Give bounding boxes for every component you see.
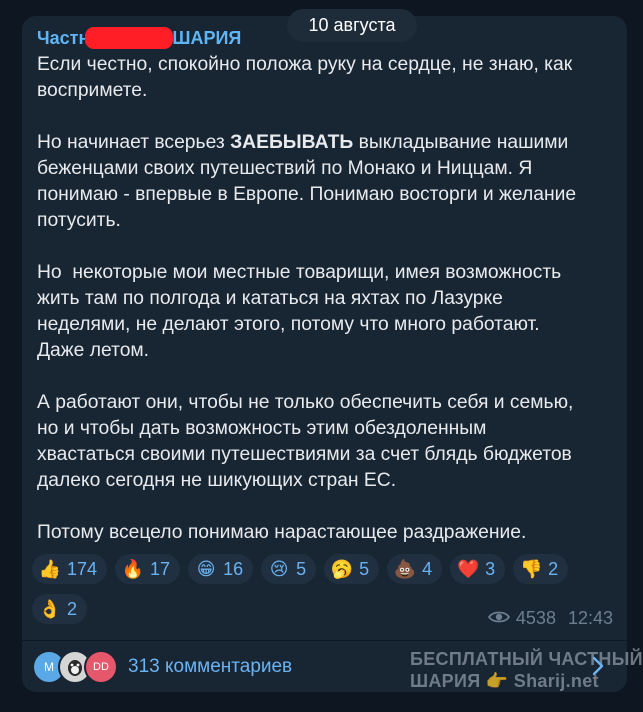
channel-name[interactable]: Частн ШАРИЯ xyxy=(37,27,241,49)
reaction-fire[interactable]: 🔥 17 xyxy=(115,554,181,584)
reaction-count: 4 xyxy=(422,558,433,579)
reaction-count: 5 xyxy=(359,558,370,579)
yawning-face-icon: 🥱 xyxy=(330,558,354,579)
message-time: 12:43 xyxy=(567,608,613,628)
channel-name-left: Частн xyxy=(37,27,90,48)
reaction-count: 174 xyxy=(67,558,98,579)
fire-icon: 🔥 xyxy=(121,558,145,579)
ok-hand-icon: 👌 xyxy=(38,598,62,619)
chevron-right-icon[interactable] xyxy=(592,656,604,681)
eye-icon xyxy=(487,608,510,629)
poop-icon: 💩 xyxy=(393,558,417,579)
reaction-count: 16 xyxy=(223,558,244,579)
comments-divider xyxy=(22,640,627,641)
red-heart-icon: ❤️ xyxy=(456,558,480,579)
channel-name-right: ШАРИЯ xyxy=(172,27,242,48)
thumbs-down-icon: 👎 xyxy=(519,558,543,579)
reaction-grinning-face[interactable]: 😁 16 xyxy=(188,554,254,584)
reaction-crying-face[interactable]: 😢 5 xyxy=(261,554,317,584)
reaction-count: 17 xyxy=(150,558,171,579)
reaction-count: 5 xyxy=(296,558,307,579)
reaction-thumbs-down[interactable]: 👎 2 xyxy=(513,554,569,584)
watermark-line-1: БЕСПЛАТНЫЙ ЧАСТНЫЙ xyxy=(410,649,643,669)
paragraph-3: Но некоторые мои местные товарищи, имея … xyxy=(37,262,562,361)
reaction-count: 3 xyxy=(485,558,496,579)
paragraph-4: А работают они, чтобы не только обеспечи… xyxy=(37,392,574,491)
watermark-line-2: ШАРИЯ 👉 Sharij.net xyxy=(410,671,599,691)
paragraph-2: Но начинает всерьез ЗАЕБЫВАТЬ выкладыван… xyxy=(37,132,577,231)
reaction-poop[interactable]: 💩 4 xyxy=(387,554,443,584)
reaction-yawning-face[interactable]: 🥱 5 xyxy=(324,554,380,584)
watermark: БЕСПЛАТНЫЙ ЧАСТНЫЙ ШАРИЯ 👉 Sharij.net xyxy=(410,648,643,692)
reaction-ok-hand[interactable]: 👌 2 xyxy=(32,594,88,624)
comments-count: 313 комментариев xyxy=(128,656,293,677)
reaction-count: 2 xyxy=(548,558,559,579)
reaction-red-heart[interactable]: ❤️ 3 xyxy=(450,554,506,584)
message-meta: 4538 12:43 xyxy=(487,608,613,629)
paragraph-1: Если честно, спокойно положа руку на сер… xyxy=(37,54,573,101)
date-badge: 10 августа xyxy=(287,9,417,42)
reaction-thumbs-up[interactable]: 👍 174 xyxy=(32,554,108,584)
comments-button[interactable]: M DD 313 комментариев xyxy=(32,650,292,684)
view-count: 4538 xyxy=(515,608,556,628)
avatar: DD xyxy=(84,650,118,684)
reaction-count: 2 xyxy=(67,598,78,619)
grinning-face-icon: 😁 xyxy=(196,558,216,579)
redaction-mark xyxy=(85,27,174,49)
thumbs-up-icon: 👍 xyxy=(38,558,62,579)
bold-word: ЗАЕБЫВАТЬ xyxy=(230,132,354,153)
message-text: Если честно, спокойно положа руку на сер… xyxy=(37,52,617,546)
crying-face-icon: 😢 xyxy=(269,558,289,579)
paragraph-5: Потому всецело понимаю нарастающее раздр… xyxy=(37,522,527,543)
